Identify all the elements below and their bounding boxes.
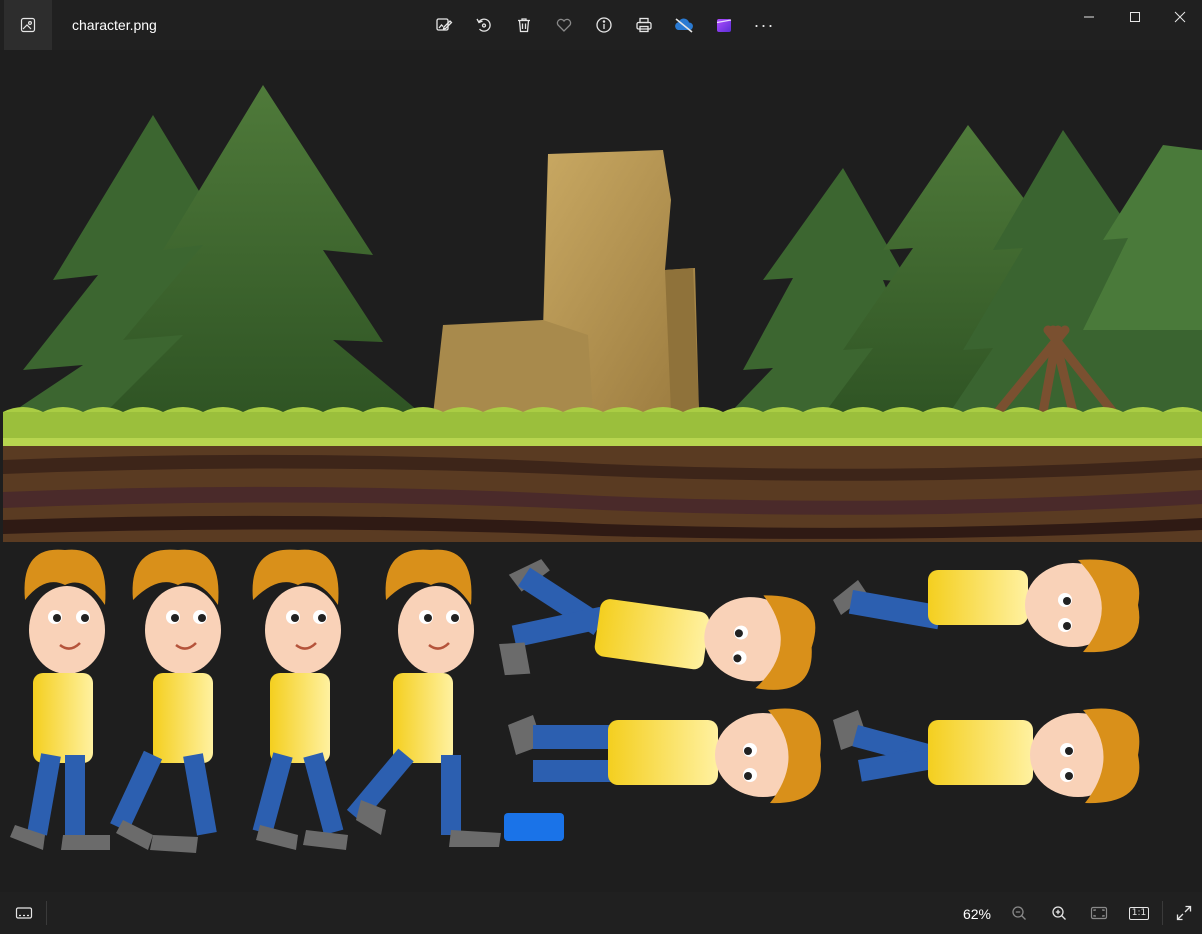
expand-icon <box>1176 905 1192 921</box>
character-image <box>3 85 1202 853</box>
edit-image-button[interactable] <box>424 8 464 42</box>
walking-sprite-4 <box>346 549 501 847</box>
walking-sprite-1 <box>10 549 110 850</box>
clipchamp-icon <box>716 19 732 32</box>
favorite-button[interactable] <box>544 8 584 42</box>
image-viewer[interactable] <box>3 50 1202 892</box>
title-bar: character.png ··· <box>0 0 1202 50</box>
rotate-icon <box>476 18 491 32</box>
full-screen-button[interactable] <box>1168 898 1200 928</box>
heart-icon <box>556 18 572 32</box>
edit-icon <box>436 18 453 31</box>
divider <box>1162 901 1163 925</box>
blue-rectangle-sprite <box>504 813 564 841</box>
toolbar: ··· <box>424 8 784 42</box>
rock-formation <box>433 150 699 415</box>
info-icon <box>596 17 612 33</box>
minimize-icon <box>1084 16 1094 18</box>
photos-app-icon[interactable] <box>4 0 52 50</box>
filmstrip-toggle-button[interactable] <box>8 898 40 928</box>
print-icon <box>636 17 652 33</box>
actual-size-icon: 1:1 <box>1128 906 1150 920</box>
pine-tree-left <box>8 85 423 415</box>
lying-sprite-1 <box>833 559 1140 653</box>
fit-screen-icon <box>1090 906 1108 920</box>
zoom-in-icon <box>1052 906 1066 920</box>
zoom-in-button[interactable] <box>1043 898 1075 928</box>
file-info-button[interactable] <box>584 8 624 42</box>
rotate-button[interactable] <box>464 8 504 42</box>
walking-sprite-2 <box>110 549 221 853</box>
zoom-out-icon <box>1012 906 1026 920</box>
zoom-level[interactable]: 62% <box>952 906 1002 922</box>
lying-sprite-2 <box>508 708 821 804</box>
more-icon: ··· <box>753 15 775 35</box>
ground-strip <box>3 407 1202 542</box>
cloud-icon <box>675 18 693 33</box>
fit-to-window-button[interactable] <box>1083 898 1115 928</box>
trash-icon <box>518 18 530 33</box>
close-icon <box>1174 11 1186 23</box>
maximize-button[interactable] <box>1112 0 1158 34</box>
close-button[interactable] <box>1157 0 1202 34</box>
minimize-button[interactable] <box>1066 0 1112 34</box>
filmstrip-icon <box>15 907 33 919</box>
walking-sprite-3 <box>252 549 348 850</box>
onedrive-button[interactable] <box>664 8 704 42</box>
maximize-icon <box>1130 12 1140 22</box>
more-button[interactable]: ··· <box>744 8 784 42</box>
falling-sprite-1 <box>499 559 816 690</box>
window-title: character.png <box>72 17 157 33</box>
lying-sprite-3 <box>833 708 1140 804</box>
zoom-out-button[interactable] <box>1003 898 1035 928</box>
pine-tree-right <box>728 125 1202 415</box>
divider <box>46 901 47 925</box>
delete-button[interactable] <box>504 8 544 42</box>
status-bar: 62% 1:1 <box>0 892 1202 934</box>
actual-size-button[interactable]: 1:1 <box>1123 898 1155 928</box>
clipchamp-button[interactable] <box>704 8 744 42</box>
print-button[interactable] <box>624 8 664 42</box>
